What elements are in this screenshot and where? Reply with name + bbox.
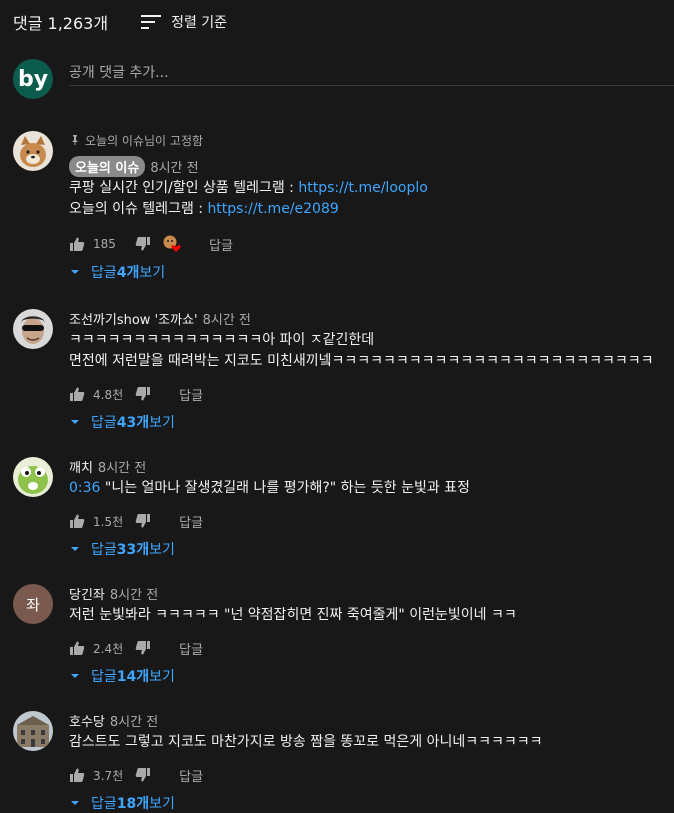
comment-line: 저런 눈빛봐라 ㅋㅋㅋㅋㅋ "넌 약점잡히면 진짜 죽여줄게" 이런눈빛이네 ㅋ… [69, 607, 517, 623]
comment-time[interactable]: 8시간 전 [110, 711, 158, 730]
comment-text: 쿠팡 실시간 인기/할인 상품 텔레그램 : https://t.me/loop… [69, 178, 674, 220]
comment-count: 댓글 1,263개 [13, 14, 109, 33]
pinned-by: 오늘의 이슈님이 고정함 [69, 131, 674, 149]
dislike-icon[interactable] [135, 236, 151, 252]
like-icon[interactable] [69, 236, 85, 252]
telegram-link-1[interactable]: https://t.me/looplo [298, 180, 427, 196]
avatar[interactable] [13, 131, 53, 171]
comment-author[interactable]: 호수당 [69, 711, 105, 730]
man-sunglasses-avatar-icon [13, 309, 53, 349]
reply-button[interactable]: 답글 [179, 512, 203, 531]
view-replies-button[interactable]: 답글 14개 보기 [69, 666, 674, 686]
building-avatar-icon [13, 711, 53, 751]
author-badge[interactable]: 오늘의 이슈 [69, 155, 146, 177]
replies-suffix: 보기 [149, 542, 175, 558]
pinned-by-text: 오늘의 이슈님이 고정함 [85, 133, 204, 148]
video-timestamp-link[interactable]: 0:36 [69, 480, 100, 496]
comment-line: 감스트도 그렇고 지코도 마찬가지로 방송 짬을 똥꼬로 먹은게 아니네ㅋㅋㅋㅋ… [69, 734, 543, 750]
avatar[interactable]: 좌 [13, 584, 53, 624]
replies-prefix: 답글 [91, 265, 117, 281]
chevron-down-icon [71, 270, 79, 274]
dislike-icon[interactable] [135, 386, 151, 402]
comment-time[interactable]: 8시간 전 [203, 309, 251, 328]
comment-text: 감스트도 그렇고 지코도 마찬가지로 방송 짬을 똥꼬로 먹은게 아니네ㅋㅋㅋㅋ… [69, 732, 674, 753]
like-icon[interactable] [69, 640, 85, 656]
add-comment-row: by 공개 댓글 추가... [13, 59, 674, 99]
replies-count: 14개 [116, 669, 150, 685]
sort-icon [141, 15, 162, 29]
replies-count: 4개 [116, 265, 140, 281]
comment-time[interactable]: 8시간 전 [110, 584, 158, 603]
reply-button[interactable]: 답글 [179, 639, 203, 658]
view-replies-button[interactable]: 답글 18개 보기 [69, 793, 674, 813]
comment-author[interactable]: 조선까기show '조까쇼' [69, 309, 198, 328]
replies-prefix: 답글 [91, 542, 117, 558]
view-replies-button[interactable]: 답글 33개 보기 [69, 539, 674, 559]
my-avatar[interactable]: by [13, 59, 53, 99]
avatar[interactable] [13, 309, 53, 349]
like-icon[interactable] [69, 767, 85, 783]
dislike-icon[interactable] [135, 767, 151, 783]
replies-suffix: 보기 [149, 415, 175, 431]
view-replies-button[interactable]: 답글 4개 보기 [69, 262, 674, 282]
replies-count: 33개 [116, 542, 150, 558]
creator-heart-icon [163, 235, 181, 252]
like-count: 1.5천 [93, 514, 124, 529]
chevron-down-icon [71, 420, 79, 424]
replies-suffix: 보기 [139, 265, 166, 281]
comment-line-1: 쿠팡 실시간 인기/할인 상품 텔레그램 : [69, 180, 299, 196]
dislike-icon[interactable] [135, 640, 151, 656]
comment-line: ㅋㅋㅋㅋㅋㅋㅋㅋㅋㅋㅋㅋㅋㅋㅋ아 파이 ㅈ같긴한데 [69, 332, 375, 348]
replies-prefix: 답글 [91, 669, 117, 685]
replies-suffix: 보기 [149, 796, 175, 812]
frog-avatar-icon [13, 457, 53, 497]
replies-count: 43개 [116, 415, 150, 431]
sort-label: 정렬 기준 [171, 15, 228, 31]
reply-button[interactable]: 답글 [179, 766, 203, 785]
comment-text: 0:36 "니는 얼마나 잘생겼길래 나를 평가해?" 하는 듯한 눈빛과 표정 [69, 478, 674, 499]
comment-time[interactable]: 8시간 전 [150, 157, 198, 176]
chevron-down-icon [71, 547, 79, 551]
avatar[interactable] [13, 711, 53, 751]
avatar-letter: 좌 [26, 595, 40, 614]
comment-text: ㅋㅋㅋㅋㅋㅋㅋㅋㅋㅋㅋㅋㅋㅋㅋ아 파이 ㅈ같긴한데 면전에 저런말을 때려박는 … [69, 330, 674, 372]
like-icon[interactable] [69, 386, 85, 402]
telegram-link-2[interactable]: https://t.me/e2089 [207, 201, 338, 217]
like-icon[interactable] [69, 513, 85, 529]
dislike-icon[interactable] [135, 513, 151, 529]
replies-prefix: 답글 [91, 415, 117, 431]
reply-button[interactable]: 답글 [209, 235, 233, 254]
reply-button[interactable]: 답글 [179, 385, 203, 404]
comment-line: "니는 얼마나 잘생겼길래 나를 평가해?" 하는 듯한 눈빛과 표정 [100, 480, 470, 496]
avatar[interactable] [13, 457, 53, 497]
comment-author[interactable]: 당긴좌 [69, 584, 105, 603]
like-count: 4.8천 [93, 387, 124, 402]
replies-prefix: 답글 [91, 796, 117, 812]
my-avatar-text: by [17, 66, 49, 92]
comments-header: 댓글 1,263개 정렬 기준 [13, 10, 227, 34]
like-count: 2.4천 [93, 641, 124, 656]
chevron-down-icon [71, 674, 79, 678]
sort-button[interactable]: 정렬 기준 [141, 12, 227, 32]
like-count: 3.7천 [93, 768, 124, 783]
comment-text: 저런 눈빛봐라 ㅋㅋㅋㅋㅋ "넌 약점잡히면 진짜 죽여줄게" 이런눈빛이네 ㅋ… [69, 605, 674, 626]
like-count: 185 [93, 237, 116, 251]
add-comment-input[interactable]: 공개 댓글 추가... [69, 59, 674, 86]
comment-line-2: 오늘의 이슈 텔레그램 : [69, 201, 208, 217]
replies-count: 18개 [116, 796, 150, 812]
creator-heart [163, 235, 181, 253]
replies-suffix: 보기 [149, 669, 175, 685]
chevron-down-icon [71, 801, 79, 805]
comment-time[interactable]: 8시간 전 [98, 457, 146, 476]
dog-avatar-icon [13, 131, 53, 171]
view-replies-button[interactable]: 답글 43개 보기 [69, 412, 674, 432]
pin-icon [72, 135, 78, 145]
comment-line: 면전에 저런말을 때려박는 지코도 미친새끼넼ㅋㅋㅋㅋㅋㅋㅋㅋㅋㅋㅋㅋㅋㅋㅋㅋㅋ… [69, 353, 654, 369]
comment-author[interactable]: 깨치 [69, 457, 93, 476]
